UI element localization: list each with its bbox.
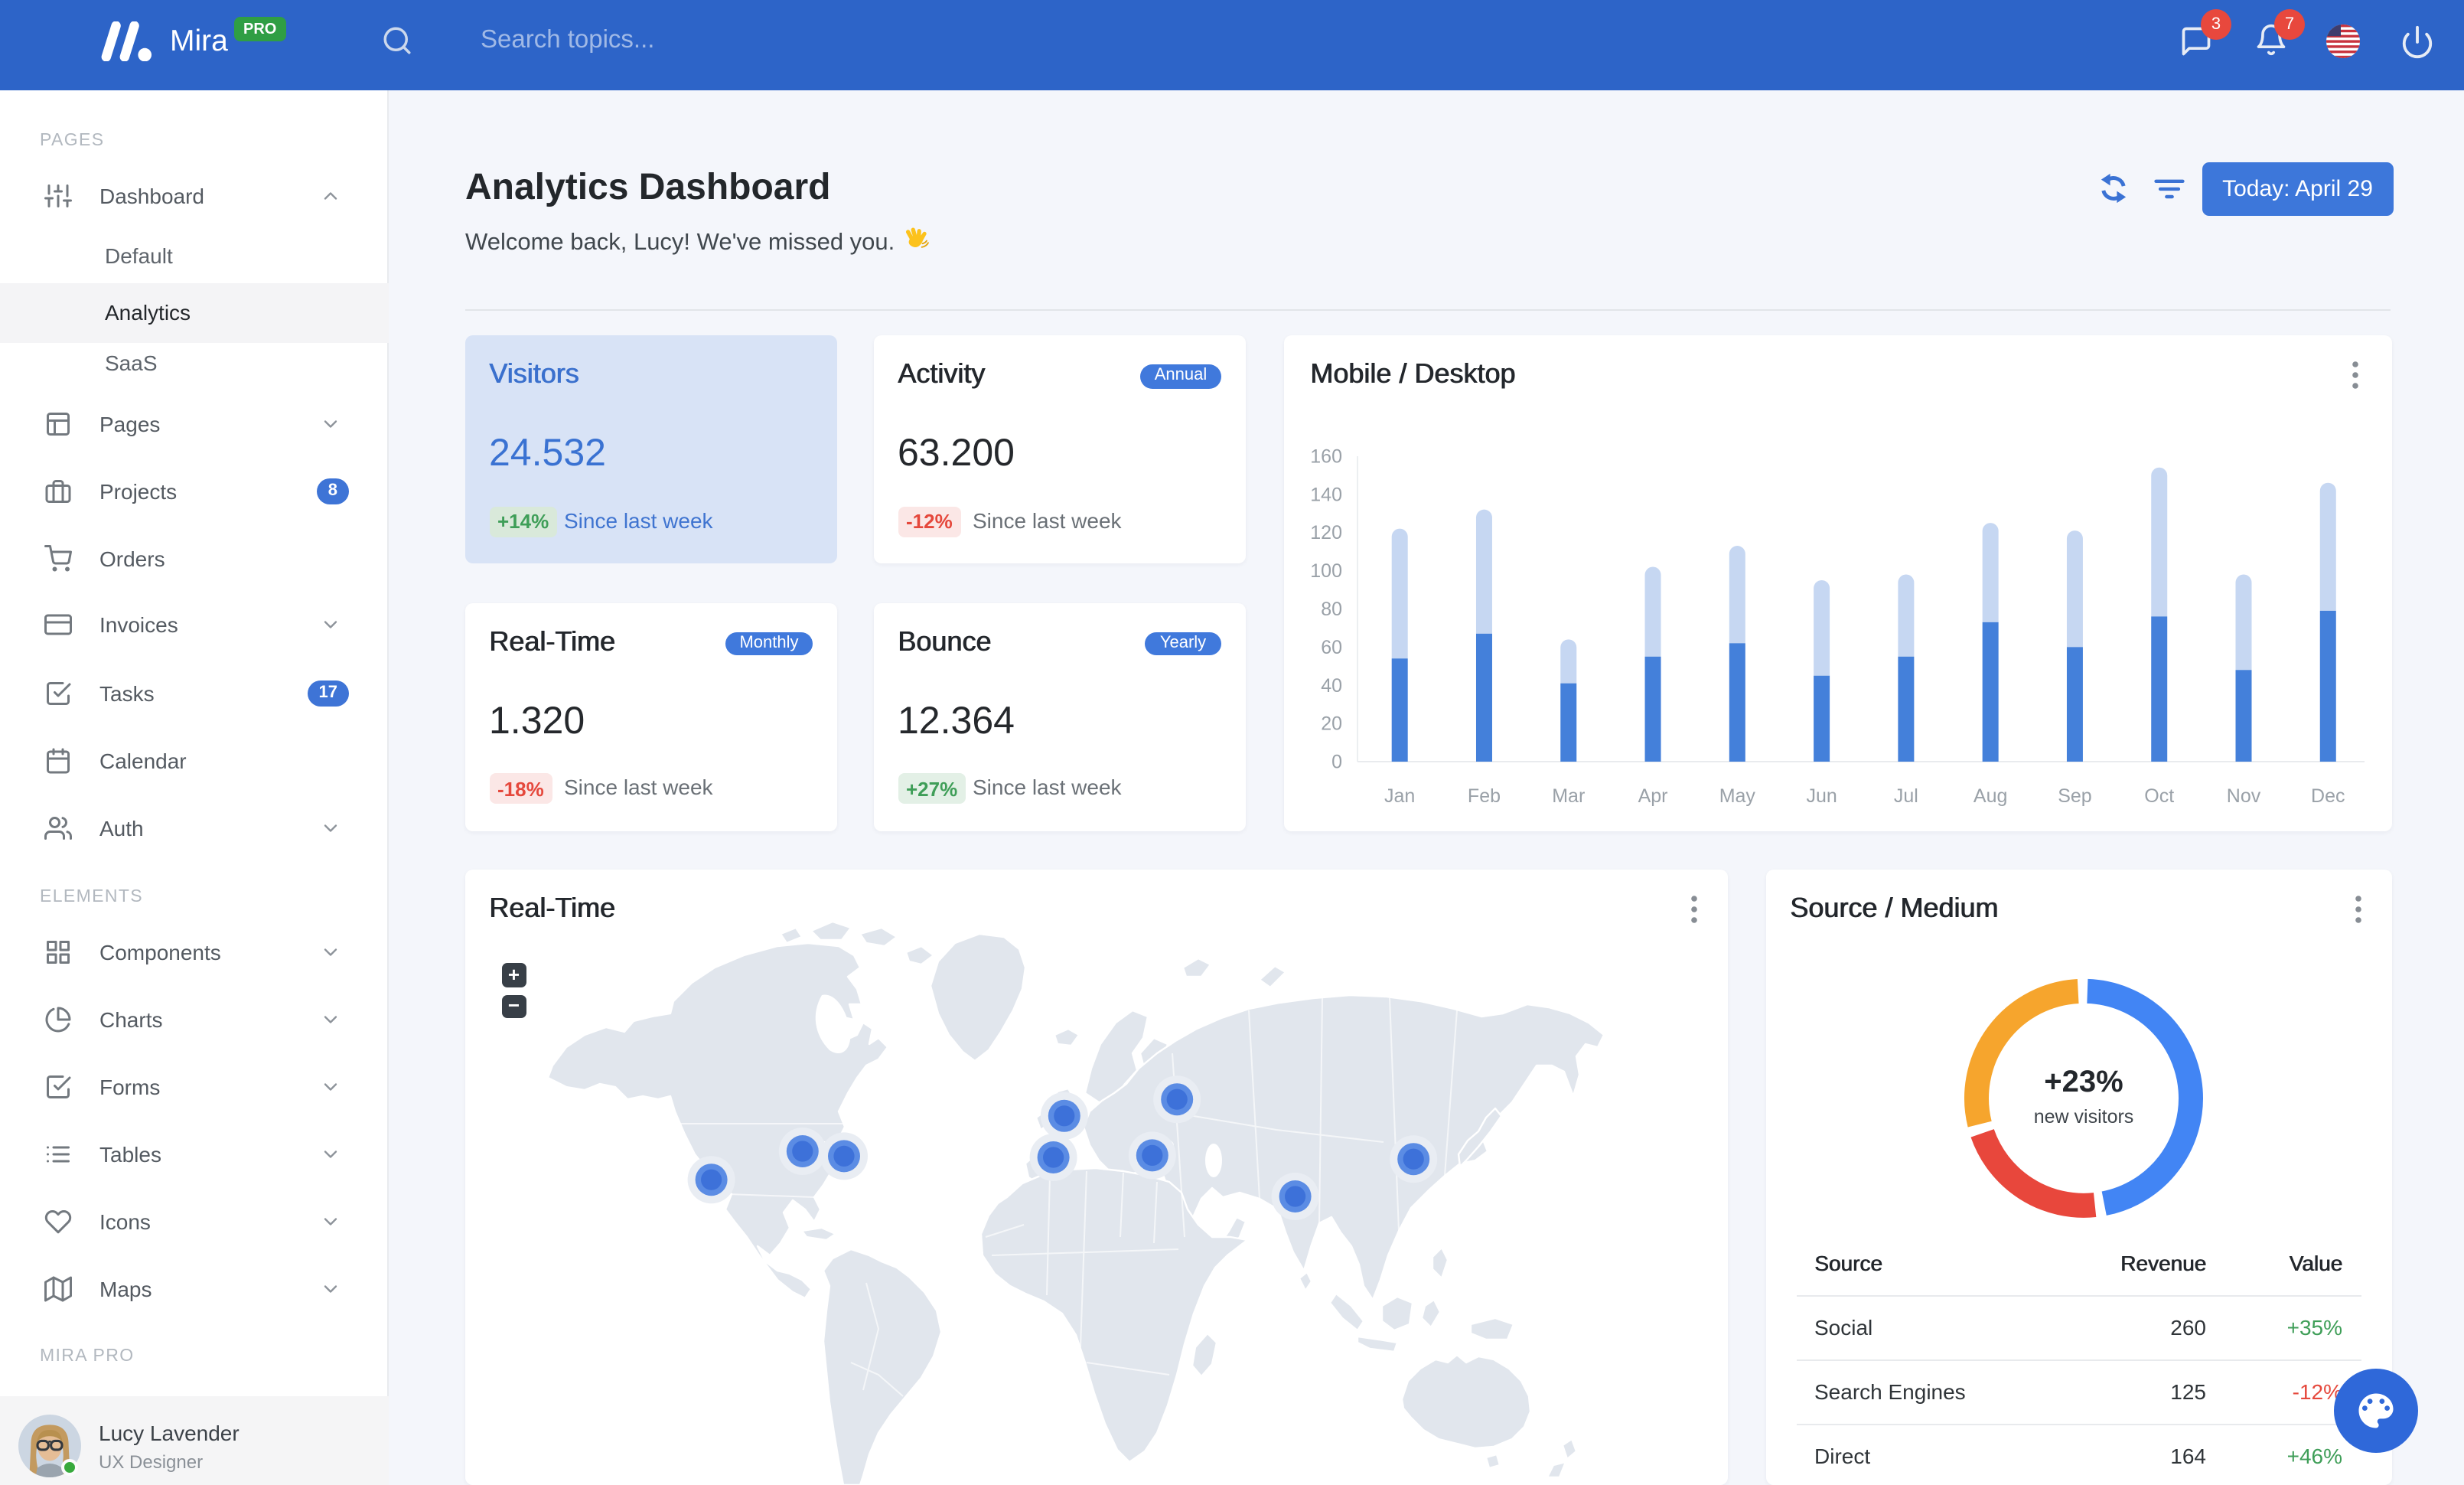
svg-text:80: 80 xyxy=(1321,599,1342,620)
svg-text:160: 160 xyxy=(1310,445,1342,467)
svg-text:100: 100 xyxy=(1310,560,1342,582)
svg-text:Sep: Sep xyxy=(2058,785,2091,807)
svg-text:Jul: Jul xyxy=(1894,785,1918,807)
svg-text:120: 120 xyxy=(1310,522,1342,543)
svg-text:20: 20 xyxy=(1321,713,1342,735)
svg-text:Aug: Aug xyxy=(1973,785,2007,807)
svg-text:Feb: Feb xyxy=(1468,785,1501,807)
svg-text:Oct: Oct xyxy=(2144,785,2174,807)
svg-text:140: 140 xyxy=(1310,484,1342,505)
svg-text:Mar: Mar xyxy=(1552,785,1585,807)
svg-text:60: 60 xyxy=(1321,637,1342,658)
svg-text:new visitors: new visitors xyxy=(2033,1106,2133,1128)
svg-text:+23%: +23% xyxy=(2043,1065,2122,1098)
svg-text:40: 40 xyxy=(1321,675,1342,697)
svg-text:0: 0 xyxy=(1331,752,1342,773)
svg-text:May: May xyxy=(1719,785,1756,807)
svg-text:Nov: Nov xyxy=(2227,785,2261,807)
svg-text:Dec: Dec xyxy=(2311,785,2345,807)
svg-text:Apr: Apr xyxy=(1638,785,1668,807)
svg-text:Jan: Jan xyxy=(1384,785,1415,807)
svg-text:Jun: Jun xyxy=(1806,785,1837,807)
